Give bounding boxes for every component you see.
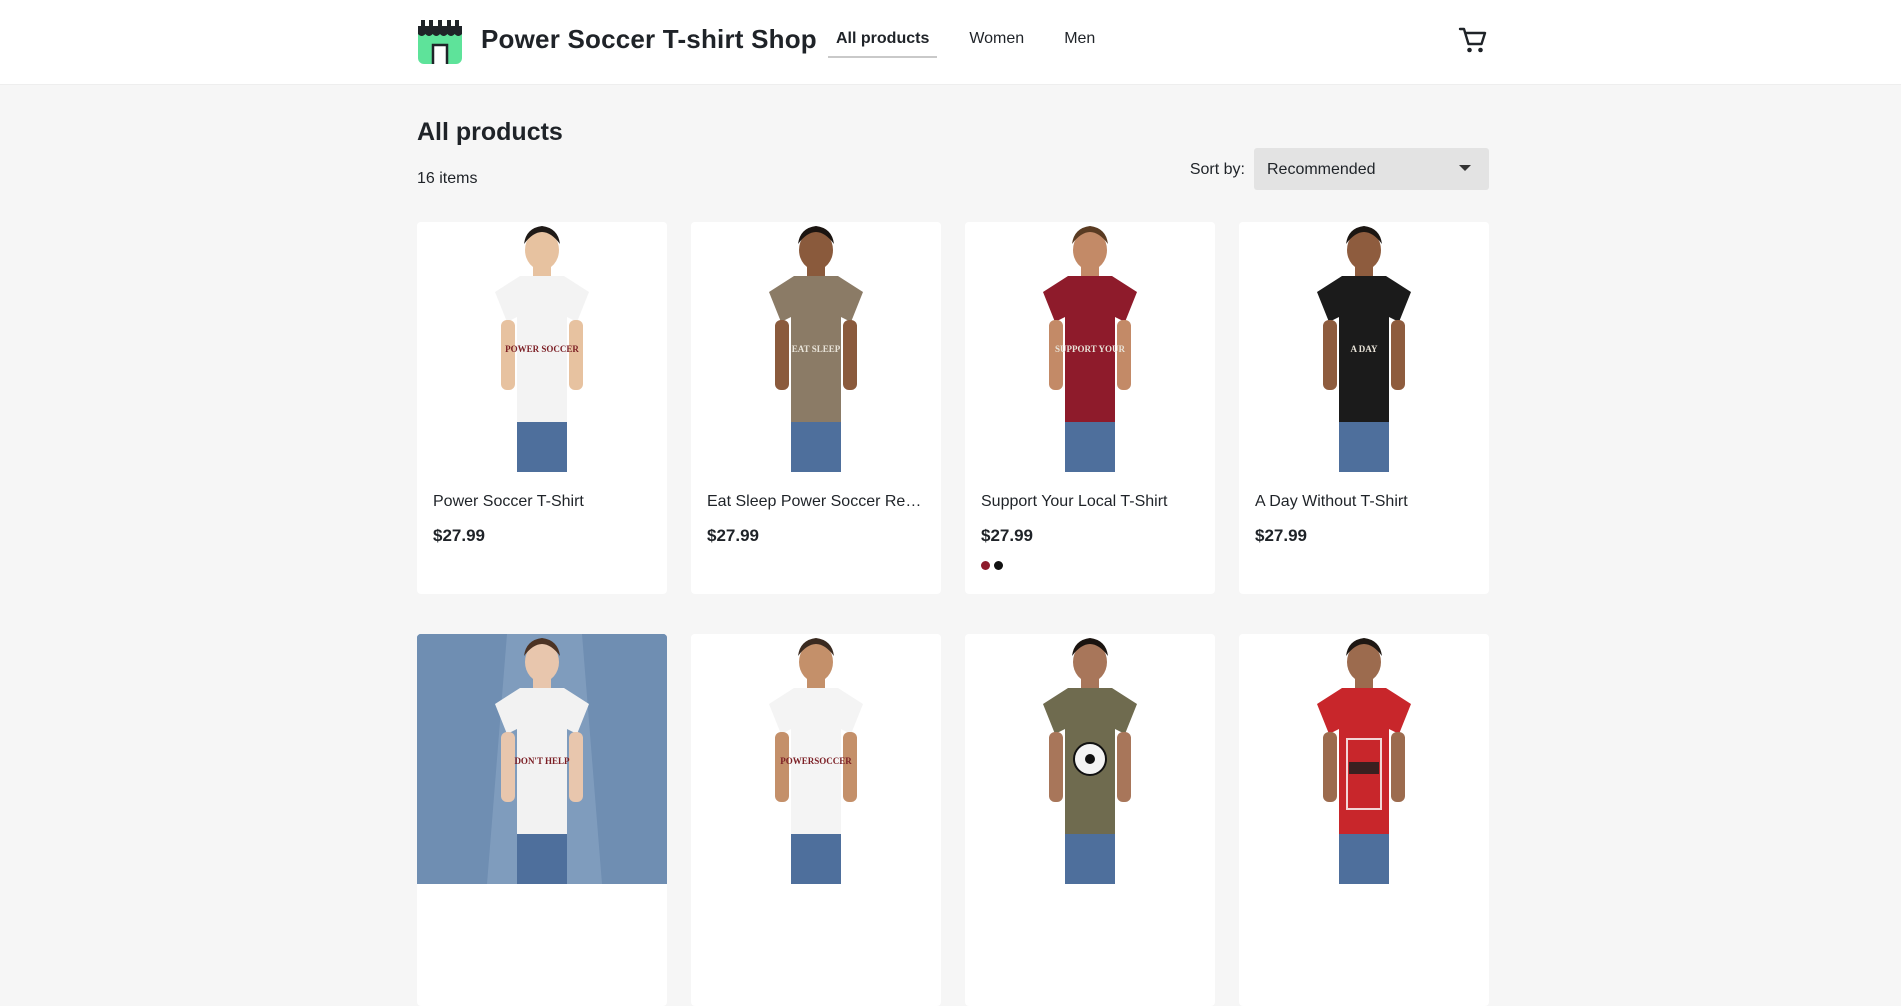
svg-text:POWER SOCCER: POWER SOCCER: [505, 344, 579, 354]
color-swatch[interactable]: [981, 561, 990, 570]
product-image[interactable]: A DAY: [1239, 222, 1489, 472]
sort-label: Sort by:: [1189, 161, 1245, 178]
header-inner: Power Soccer T-shirt Shop All products W…: [417, 0, 1489, 84]
product-price: $27.99: [981, 526, 1033, 545]
product-image[interactable]: POWERSOCCER: [691, 634, 941, 884]
product-card[interactable]: SUPPORT YOUR Support Your Local T-Shirt $2…: [965, 222, 1215, 594]
product-price: $27.99: [1255, 526, 1307, 545]
product-image[interactable]: [1239, 634, 1489, 884]
product-image[interactable]: POWER SOCCER: [417, 222, 667, 472]
main-nav: All products Women Men: [828, 28, 1127, 58]
shop-title[interactable]: Power Soccer T-shirt Shop: [481, 24, 817, 55]
product-card[interactable]: POWER SOCCER Power Soccer T-Shirt $27.99: [417, 222, 667, 594]
product-image[interactable]: [965, 634, 1215, 884]
product-name[interactable]: Eat Sleep Power Soccer Repeat T-Shirt: [707, 493, 929, 511]
product-card[interactable]: [1239, 634, 1489, 1006]
svg-text:DON'T HELP: DON'T HELP: [514, 756, 570, 766]
product-price: $27.99: [707, 526, 759, 545]
color-swatch[interactable]: [994, 561, 1003, 570]
product-image[interactable]: DON'T HELP: [417, 634, 667, 884]
product-card[interactable]: EAT SLEEP Eat Sleep Power Soccer Repeat T…: [691, 222, 941, 594]
color-swatches: [981, 561, 1007, 570]
product-card[interactable]: DON'T HELP: [417, 634, 667, 1006]
product-price: $27.99: [433, 526, 485, 545]
page-title: All products: [417, 118, 563, 146]
product-image[interactable]: SUPPORT YOUR: [965, 222, 1215, 472]
product-card[interactable]: POWERSOCCER: [691, 634, 941, 1006]
site-header: Power Soccer T-shirt Shop All products W…: [0, 0, 1901, 84]
sort-select-value: Recommended: [1267, 161, 1376, 178]
product-card[interactable]: A DAY A Day Without T-Shirt $27.99: [1239, 222, 1489, 594]
product-name[interactable]: A Day Without T-Shirt: [1255, 493, 1477, 511]
product-name[interactable]: Power Soccer T-Shirt: [433, 493, 655, 511]
caret-down-icon: [1459, 165, 1471, 171]
nav-men[interactable]: Men: [1056, 28, 1103, 58]
nav-women[interactable]: Women: [961, 28, 1032, 58]
item-count: 16 items: [417, 170, 478, 187]
svg-text:A DAY: A DAY: [1351, 344, 1378, 354]
shopping-cart-icon[interactable]: [1457, 24, 1489, 56]
product-image[interactable]: EAT SLEEP: [691, 222, 941, 472]
product-name[interactable]: Support Your Local T-Shirt: [981, 493, 1203, 511]
svg-text:EAT SLEEP: EAT SLEEP: [792, 344, 841, 354]
svg-text:SUPPORT YOUR: SUPPORT YOUR: [1055, 344, 1125, 354]
svg-text:POWERSOCCER: POWERSOCCER: [780, 756, 852, 766]
product-card[interactable]: [965, 634, 1215, 1006]
sort-select[interactable]: Recommended: [1254, 148, 1489, 190]
nav-all-products[interactable]: All products: [828, 28, 938, 58]
storefront-icon[interactable]: [417, 18, 463, 64]
